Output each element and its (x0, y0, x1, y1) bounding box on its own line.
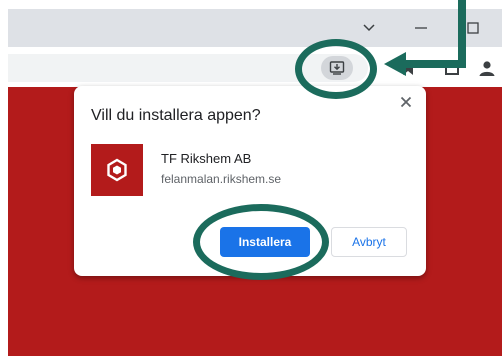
browser-title-bar (8, 9, 502, 47)
app-origin: felanmalan.rikshem.se (161, 172, 282, 186)
install-button[interactable]: Installera (220, 227, 310, 257)
profile-icon[interactable] (475, 56, 499, 80)
tab-list-chevron-icon[interactable] (347, 9, 391, 47)
install-app-icon[interactable] (321, 56, 353, 80)
annotation-arrow-shaft-vertical (458, 0, 466, 68)
cancel-button[interactable]: Avbryt (331, 227, 407, 257)
address-bar[interactable] (8, 54, 368, 82)
app-name: TF Rikshem AB (161, 151, 252, 166)
minimize-icon[interactable] (399, 9, 443, 47)
close-icon[interactable] (396, 92, 416, 112)
browser-toolbar (8, 51, 502, 85)
annotation-arrow-head (384, 52, 406, 76)
app-logo-icon (91, 144, 143, 196)
annotation-arrow-shaft-horizontal (404, 60, 466, 68)
dialog-title: Vill du installera appen? (91, 107, 261, 124)
install-app-dialog: Vill du installera appen? TF Rikshem AB … (74, 86, 426, 276)
